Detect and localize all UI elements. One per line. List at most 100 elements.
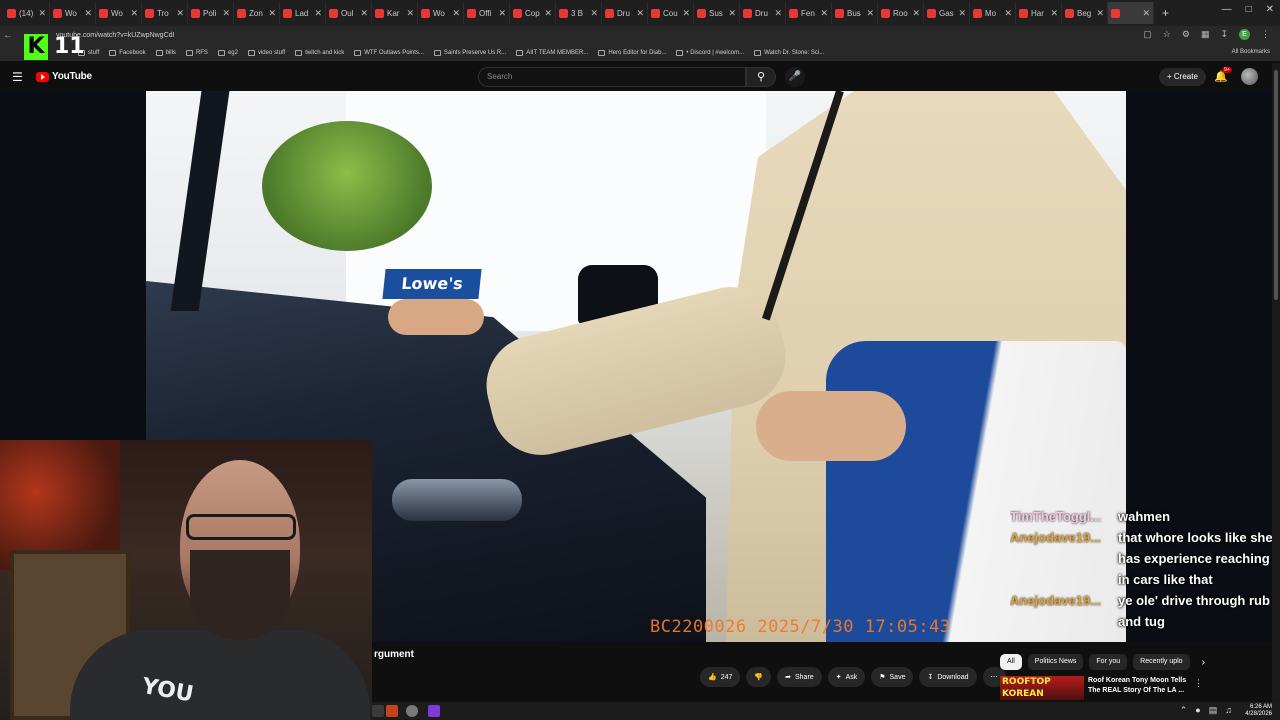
browser-tab[interactable]: Beg ✕ xyxy=(1062,2,1108,24)
dislike-button[interactable]: 👎 xyxy=(746,667,772,687)
download-button[interactable]: ↧ Download xyxy=(919,667,977,687)
browser-tab[interactable]: Wo ✕ xyxy=(96,2,142,24)
browser-tab[interactable]: Wo ✕ xyxy=(418,2,464,24)
tab-close-icon[interactable]: ✕ xyxy=(636,8,644,19)
browser-tab[interactable]: Roo ✕ xyxy=(878,2,924,24)
taskbar-app-icon[interactable] xyxy=(372,705,384,717)
browser-tab[interactable]: Bus ✕ xyxy=(832,2,878,24)
tab-close-icon[interactable]: ✕ xyxy=(544,8,552,19)
network-icon[interactable]: ▤ xyxy=(1209,705,1218,716)
browser-tab[interactable]: Fen ✕ xyxy=(786,2,832,24)
bookmark-item[interactable]: video stuff xyxy=(247,50,285,56)
system-clock[interactable]: 6:26 AM 4/28/2026 xyxy=(1245,704,1272,718)
filter-chip[interactable]: Politics News xyxy=(1027,654,1084,670)
bookmark-item[interactable]: RFS xyxy=(185,50,208,56)
browser-tab[interactable]: Dru ✕ xyxy=(740,2,786,24)
tab-close-icon[interactable]: ✕ xyxy=(360,8,368,19)
menu-icon[interactable]: ☰ xyxy=(12,70,23,84)
tab-close-icon[interactable]: ✕ xyxy=(176,8,184,19)
chevron-right-icon[interactable]: › xyxy=(1202,657,1205,668)
taskbar-app-icon[interactable] xyxy=(386,705,398,717)
filter-chip[interactable]: Recently uplo xyxy=(1133,654,1190,670)
browser-tab[interactable]: ✕ xyxy=(1108,2,1154,24)
browser-tab[interactable]: (14) ✕ xyxy=(4,2,50,24)
bookmark-item[interactable]: • Discord | #welcom... xyxy=(676,50,744,56)
recommended-video[interactable]: ROOFTOP KOREAN Roof Korean Tony Moon Tel… xyxy=(1000,676,1203,700)
downloads-icon[interactable]: ↧ xyxy=(1220,29,1228,40)
filter-chip[interactable]: All xyxy=(1000,654,1022,670)
share-button[interactable]: ➦ Share xyxy=(777,667,822,687)
tab-close-icon[interactable]: ✕ xyxy=(866,8,874,19)
tab-close-icon[interactable]: ✕ xyxy=(1142,8,1150,19)
microphone-icon[interactable]: 🎤 xyxy=(785,67,805,87)
tab-close-icon[interactable]: ✕ xyxy=(84,8,92,19)
settings-icon[interactable] xyxy=(406,705,418,717)
tab-close-icon[interactable]: ✕ xyxy=(1096,8,1104,19)
chevron-up-icon[interactable]: ⌃ xyxy=(1180,705,1188,716)
browser-tab[interactable]: Offi ✕ xyxy=(464,2,510,24)
browser-tab[interactable]: Tro ✕ xyxy=(142,2,188,24)
back-button[interactable]: ← xyxy=(0,30,16,41)
tab-close-icon[interactable]: ✕ xyxy=(682,8,690,19)
bookmark-item[interactable]: Hero Editor for Diab... xyxy=(598,50,666,56)
tab-close-icon[interactable]: ✕ xyxy=(774,8,782,19)
extensions-puzzle-icon[interactable]: ▦ xyxy=(1201,29,1210,40)
minimize-button[interactable]: — xyxy=(1222,4,1232,15)
browser-tab[interactable]: Dru ✕ xyxy=(602,2,648,24)
browser-tab[interactable]: Lad ✕ xyxy=(280,2,326,24)
microphone-icon[interactable]: ● xyxy=(1195,705,1200,716)
recommended-more-icon[interactable]: ⋮ xyxy=(1194,678,1203,689)
filter-chip[interactable]: For you xyxy=(1089,654,1128,670)
bookmark-star-icon[interactable]: ☆ xyxy=(1163,29,1171,40)
browser-tab[interactable]: Gas ✕ xyxy=(924,2,970,24)
browser-tab[interactable]: Kar ✕ xyxy=(372,2,418,24)
tab-close-icon[interactable]: ✕ xyxy=(222,8,230,19)
bookmark-item[interactable]: bills xyxy=(155,50,176,56)
tab-close-icon[interactable]: ✕ xyxy=(820,8,828,19)
youtube-logo[interactable]: YouTube xyxy=(36,71,92,82)
tab-close-icon[interactable]: ✕ xyxy=(958,8,966,19)
profile-avatar[interactable]: E xyxy=(1239,29,1250,40)
search-icon[interactable]: ⚲ xyxy=(746,67,776,87)
browser-menu-icon[interactable]: ⋮ xyxy=(1261,29,1270,40)
recommended-thumbnail[interactable]: ROOFTOP KOREAN xyxy=(1000,676,1084,700)
ask-button[interactable]: ✦ Ask xyxy=(827,667,866,687)
taskbar-app-icon[interactable] xyxy=(428,705,440,717)
tab-close-icon[interactable]: ✕ xyxy=(314,8,322,19)
account-avatar[interactable] xyxy=(1241,68,1258,85)
bookmark-item[interactable]: Saints Preserve Us R... xyxy=(433,50,506,56)
browser-tab[interactable]: Sus ✕ xyxy=(694,2,740,24)
maximize-button[interactable]: □ xyxy=(1246,4,1252,15)
browser-tab[interactable]: Mo ✕ xyxy=(970,2,1016,24)
new-tab-button[interactable]: + xyxy=(1162,6,1169,20)
bookmark-item[interactable]: Watch Dr. Stone: Sci... xyxy=(754,50,824,56)
tab-close-icon[interactable]: ✕ xyxy=(130,8,138,19)
recommended-title[interactable]: Roof Korean Tony Moon Tells The REAL Sto… xyxy=(1088,676,1192,696)
volume-icon[interactable]: ♫ xyxy=(1225,705,1232,716)
tab-close-icon[interactable]: ✕ xyxy=(590,8,598,19)
tab-close-icon[interactable]: ✕ xyxy=(728,8,736,19)
search-input[interactable]: Search xyxy=(478,67,746,87)
browser-tab[interactable]: Wo ✕ xyxy=(50,2,96,24)
create-button[interactable]: + Create xyxy=(1159,68,1206,86)
tab-close-icon[interactable]: ✕ xyxy=(1004,8,1012,19)
extension-icon[interactable]: ⚙ xyxy=(1182,29,1190,40)
tab-close-icon[interactable]: ✕ xyxy=(912,8,920,19)
close-window-button[interactable]: ✕ xyxy=(1266,4,1274,15)
browser-tab[interactable]: Zon ✕ xyxy=(234,2,280,24)
browser-tab[interactable]: Har ✕ xyxy=(1016,2,1062,24)
scrollbar-thumb[interactable] xyxy=(1274,70,1278,300)
bookmark-item[interactable]: eg2 xyxy=(217,50,238,56)
all-bookmarks[interactable]: All Bookmarks xyxy=(1232,49,1270,55)
bookmark-item[interactable]: AIIT TEAM MEMBER... xyxy=(516,50,588,56)
tab-close-icon[interactable]: ✕ xyxy=(268,8,276,19)
tab-close-icon[interactable]: ✕ xyxy=(38,8,46,19)
bookmark-item[interactable]: WTF Outlaws Points... xyxy=(354,50,424,56)
bookmark-item[interactable]: Facebook xyxy=(109,50,146,56)
tab-close-icon[interactable]: ✕ xyxy=(498,8,506,19)
browser-tab[interactable]: Oul ✕ xyxy=(326,2,372,24)
browser-tab[interactable]: 3 B ✕ xyxy=(556,2,602,24)
install-icon[interactable]: ▢ xyxy=(1143,29,1152,40)
like-button[interactable]: 👍 247 xyxy=(700,667,741,687)
tab-close-icon[interactable]: ✕ xyxy=(452,8,460,19)
